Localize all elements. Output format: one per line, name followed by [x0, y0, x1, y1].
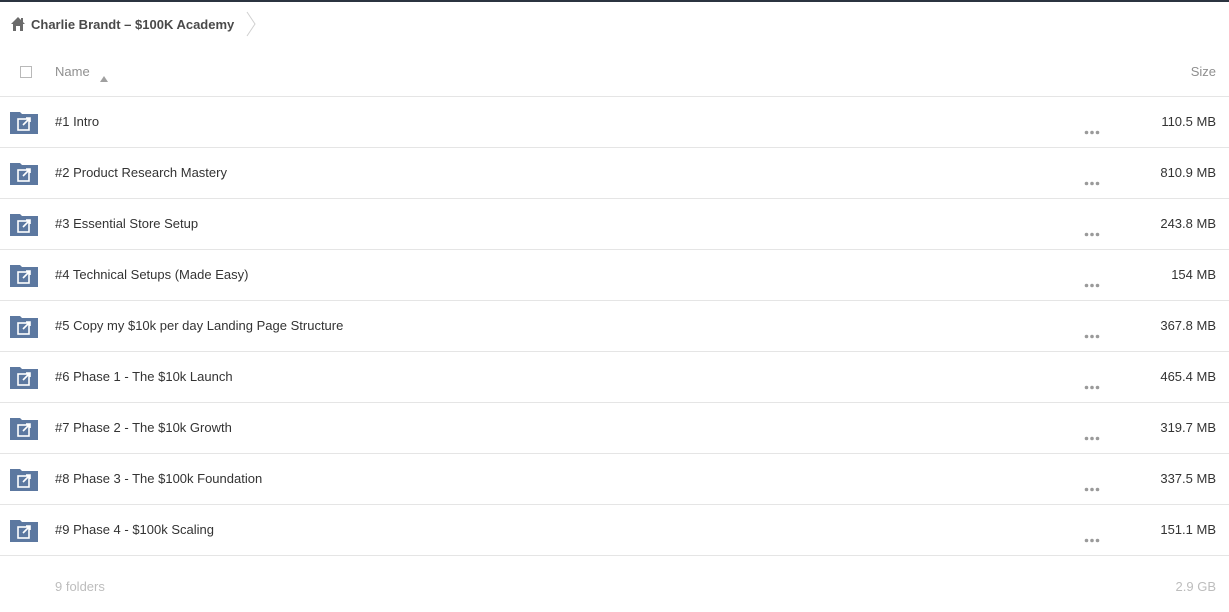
folder-size: 465.4 MB — [1160, 369, 1216, 384]
table-row[interactable]: #7 Phase 2 - The $10k Growth 319.7 MB — [0, 403, 1229, 454]
select-all-checkbox[interactable] — [20, 66, 32, 78]
shared-folder-icon — [10, 518, 38, 542]
shared-folder-icon — [10, 314, 38, 338]
folder-name[interactable]: #7 Phase 2 - The $10k Growth — [55, 420, 232, 435]
folder-name[interactable]: #1 Intro — [55, 114, 99, 129]
folder-size: 243.8 MB — [1160, 216, 1216, 231]
breadcrumb: Charlie Brandt – $100K Academy — [0, 2, 1229, 46]
breadcrumb-separator-icon — [246, 11, 256, 37]
table-row[interactable]: #6 Phase 1 - The $10k Launch 465.4 MB — [0, 352, 1229, 403]
shared-folder-icon — [10, 110, 38, 134]
folder-size: 810.9 MB — [1160, 165, 1216, 180]
table-row[interactable]: #4 Technical Setups (Made Easy) 154 MB — [0, 250, 1229, 301]
more-options-icon[interactable] — [1084, 479, 1100, 492]
folder-name[interactable]: #9 Phase 4 - $100k Scaling — [55, 522, 214, 537]
breadcrumb-current[interactable]: Charlie Brandt – $100K Academy — [31, 17, 234, 32]
column-header-name[interactable]: Name — [55, 64, 90, 79]
home-icon[interactable] — [10, 16, 26, 32]
column-header-size[interactable]: Size — [1191, 64, 1216, 79]
folder-size: 337.5 MB — [1160, 471, 1216, 486]
more-options-icon[interactable] — [1084, 224, 1100, 237]
more-options-icon[interactable] — [1084, 530, 1100, 543]
shared-folder-icon — [10, 161, 38, 185]
folder-count: 9 folders — [55, 579, 105, 594]
table-row[interactable]: #9 Phase 4 - $100k Scaling 151.1 MB — [0, 505, 1229, 556]
folder-list: #1 Intro 110.5 MB #2 Product Research Ma… — [0, 97, 1229, 556]
folder-name[interactable]: #8 Phase 3 - The $100k Foundation — [55, 471, 262, 486]
folder-size: 110.5 MB — [1161, 114, 1216, 129]
shared-folder-icon — [10, 467, 38, 491]
table-row[interactable]: #5 Copy my $10k per day Landing Page Str… — [0, 301, 1229, 352]
shared-folder-icon — [10, 416, 38, 440]
shared-folder-icon — [10, 263, 38, 287]
table-row[interactable]: #2 Product Research Mastery 810.9 MB — [0, 148, 1229, 199]
shared-folder-icon — [10, 365, 38, 389]
more-options-icon[interactable] — [1084, 173, 1100, 186]
folder-name[interactable]: #5 Copy my $10k per day Landing Page Str… — [55, 318, 343, 333]
list-footer: 9 folders 2.9 GB — [0, 577, 1229, 597]
more-options-icon[interactable] — [1084, 122, 1100, 135]
more-options-icon[interactable] — [1084, 275, 1100, 288]
folder-size: 319.7 MB — [1160, 420, 1216, 435]
table-row[interactable]: #3 Essential Store Setup 243.8 MB — [0, 199, 1229, 250]
folder-name[interactable]: #4 Technical Setups (Made Easy) — [55, 267, 248, 282]
folder-size: 367.8 MB — [1160, 318, 1216, 333]
table-row[interactable]: #8 Phase 3 - The $100k Foundation 337.5 … — [0, 454, 1229, 505]
sort-ascending-icon[interactable] — [100, 69, 108, 82]
folder-name[interactable]: #6 Phase 1 - The $10k Launch — [55, 369, 233, 384]
more-options-icon[interactable] — [1084, 428, 1100, 441]
shared-folder-icon — [10, 212, 38, 236]
folder-name[interactable]: #2 Product Research Mastery — [55, 165, 227, 180]
list-header: Name Size — [0, 46, 1229, 97]
total-size: 2.9 GB — [1175, 579, 1216, 594]
folder-size: 151.1 MB — [1160, 522, 1216, 537]
folder-size: 154 MB — [1171, 267, 1216, 282]
more-options-icon[interactable] — [1084, 377, 1100, 390]
more-options-icon[interactable] — [1084, 326, 1100, 339]
folder-name[interactable]: #3 Essential Store Setup — [55, 216, 198, 231]
table-row[interactable]: #1 Intro 110.5 MB — [0, 97, 1229, 148]
